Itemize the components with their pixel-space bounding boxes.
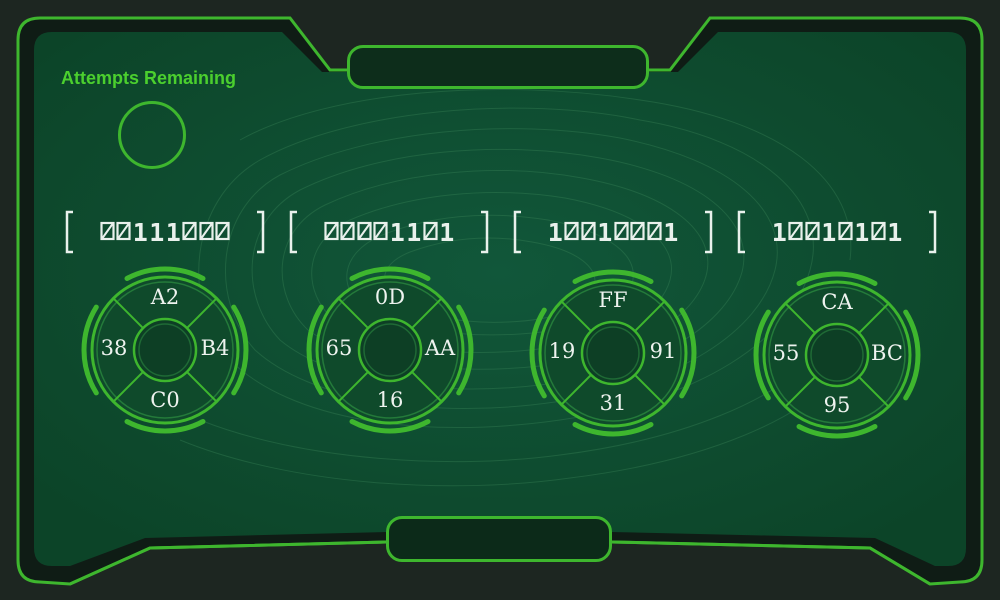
hex-dial-4[interactable]: CA BC 95 55 bbox=[752, 270, 922, 440]
code-bit[interactable]: 1 bbox=[389, 220, 406, 245]
code-bit[interactable]: 1 bbox=[439, 220, 456, 245]
code-bit[interactable]: 1 bbox=[547, 220, 564, 245]
hex-dial-2[interactable]: 0D AA 16 65 bbox=[305, 265, 475, 435]
zero-glyph bbox=[838, 221, 853, 240]
code-bit[interactable] bbox=[182, 220, 199, 245]
code-bits: 111 bbox=[289, 207, 489, 257]
dial-value-right[interactable]: AA bbox=[410, 338, 470, 359]
dial-value-top[interactable]: 0D bbox=[360, 287, 420, 308]
dial-value-top[interactable]: A2 bbox=[135, 287, 195, 308]
code-bits: 1 1 1 bbox=[513, 207, 713, 257]
hex-dial-1[interactable]: A2 B4 C0 38 bbox=[80, 265, 250, 435]
zero-glyph bbox=[423, 221, 438, 240]
dial-value-top[interactable]: CA bbox=[807, 292, 867, 313]
code-bit[interactable] bbox=[422, 220, 439, 245]
zero-glyph bbox=[630, 221, 645, 240]
attempts-remaining-label: Attempts Remaining bbox=[61, 68, 237, 88]
zero-glyph bbox=[116, 221, 131, 240]
zero-glyph bbox=[647, 221, 662, 240]
code-bit[interactable] bbox=[613, 220, 630, 245]
zero-glyph bbox=[788, 221, 803, 240]
zero-glyph bbox=[564, 221, 579, 240]
code-bit[interactable] bbox=[373, 220, 390, 245]
code-bit[interactable] bbox=[356, 220, 373, 245]
top-display-slot bbox=[347, 45, 649, 89]
game-screen: Attempts Remaining 1111111111111 A2 B4 C0 3… bbox=[0, 0, 1000, 600]
attempts-indicator bbox=[118, 101, 186, 169]
zero-glyph bbox=[340, 221, 355, 240]
hex-dial-3[interactable]: FF 91 31 19 bbox=[528, 268, 698, 438]
code-bit[interactable] bbox=[340, 220, 357, 245]
code-bit[interactable]: 1 bbox=[771, 220, 788, 245]
zero-glyph bbox=[871, 221, 886, 240]
binary-code-3: 1 1 1 bbox=[513, 207, 713, 257]
zero-glyph bbox=[581, 221, 596, 240]
dial-value-bottom[interactable]: 16 bbox=[360, 390, 420, 411]
code-bit[interactable]: 1 bbox=[887, 220, 904, 245]
dial-value-left[interactable]: 19 bbox=[532, 341, 592, 362]
dial-value-right[interactable]: B4 bbox=[185, 338, 245, 359]
code-bit[interactable]: 1 bbox=[149, 220, 166, 245]
code-bit[interactable] bbox=[870, 220, 887, 245]
code-bit[interactable] bbox=[788, 220, 805, 245]
submit-slot[interactable] bbox=[386, 516, 612, 562]
code-bit[interactable]: 1 bbox=[854, 220, 871, 245]
dial-value-right[interactable]: 91 bbox=[633, 341, 693, 362]
code-bit[interactable] bbox=[580, 220, 597, 245]
zero-glyph bbox=[324, 221, 339, 240]
zero-glyph bbox=[614, 221, 629, 240]
code-bit[interactable] bbox=[630, 220, 647, 245]
dial-value-right[interactable]: BC bbox=[857, 343, 917, 364]
code-bit[interactable] bbox=[837, 220, 854, 245]
binary-code-2: 111 bbox=[289, 207, 489, 257]
code-bit[interactable]: 1 bbox=[821, 220, 838, 245]
code-bit[interactable]: 1 bbox=[132, 220, 149, 245]
zero-glyph bbox=[357, 221, 372, 240]
code-bit[interactable]: 1 bbox=[597, 220, 614, 245]
code-bit[interactable]: 1 bbox=[663, 220, 680, 245]
code-bits: 1111 bbox=[737, 207, 937, 257]
dial-value-top[interactable]: FF bbox=[583, 290, 643, 311]
code-bit[interactable] bbox=[323, 220, 340, 245]
dial-value-left[interactable]: 55 bbox=[756, 343, 816, 364]
code-bit[interactable] bbox=[646, 220, 663, 245]
code-bit[interactable] bbox=[116, 220, 133, 245]
code-bit[interactable] bbox=[804, 220, 821, 245]
zero-glyph bbox=[215, 221, 230, 240]
zero-glyph bbox=[199, 221, 214, 240]
binary-code-4: 1111 bbox=[737, 207, 937, 257]
code-bit[interactable]: 1 bbox=[165, 220, 182, 245]
dial-value-bottom[interactable]: C0 bbox=[135, 390, 195, 411]
code-bit[interactable] bbox=[198, 220, 215, 245]
binary-code-1: 111 bbox=[65, 207, 265, 257]
dial-value-bottom[interactable]: 31 bbox=[583, 393, 643, 414]
zero-glyph bbox=[100, 221, 115, 240]
zero-glyph bbox=[182, 221, 197, 240]
dial-value-left[interactable]: 65 bbox=[309, 338, 369, 359]
dial-value-bottom[interactable]: 95 bbox=[807, 395, 867, 416]
code-bit[interactable] bbox=[99, 220, 116, 245]
code-bits: 111 bbox=[65, 207, 265, 257]
dial-value-left[interactable]: 38 bbox=[84, 338, 144, 359]
zero-glyph bbox=[805, 221, 820, 240]
zero-glyph bbox=[373, 221, 388, 240]
code-bit[interactable] bbox=[564, 220, 581, 245]
code-bit[interactable] bbox=[215, 220, 232, 245]
code-bit[interactable]: 1 bbox=[406, 220, 423, 245]
